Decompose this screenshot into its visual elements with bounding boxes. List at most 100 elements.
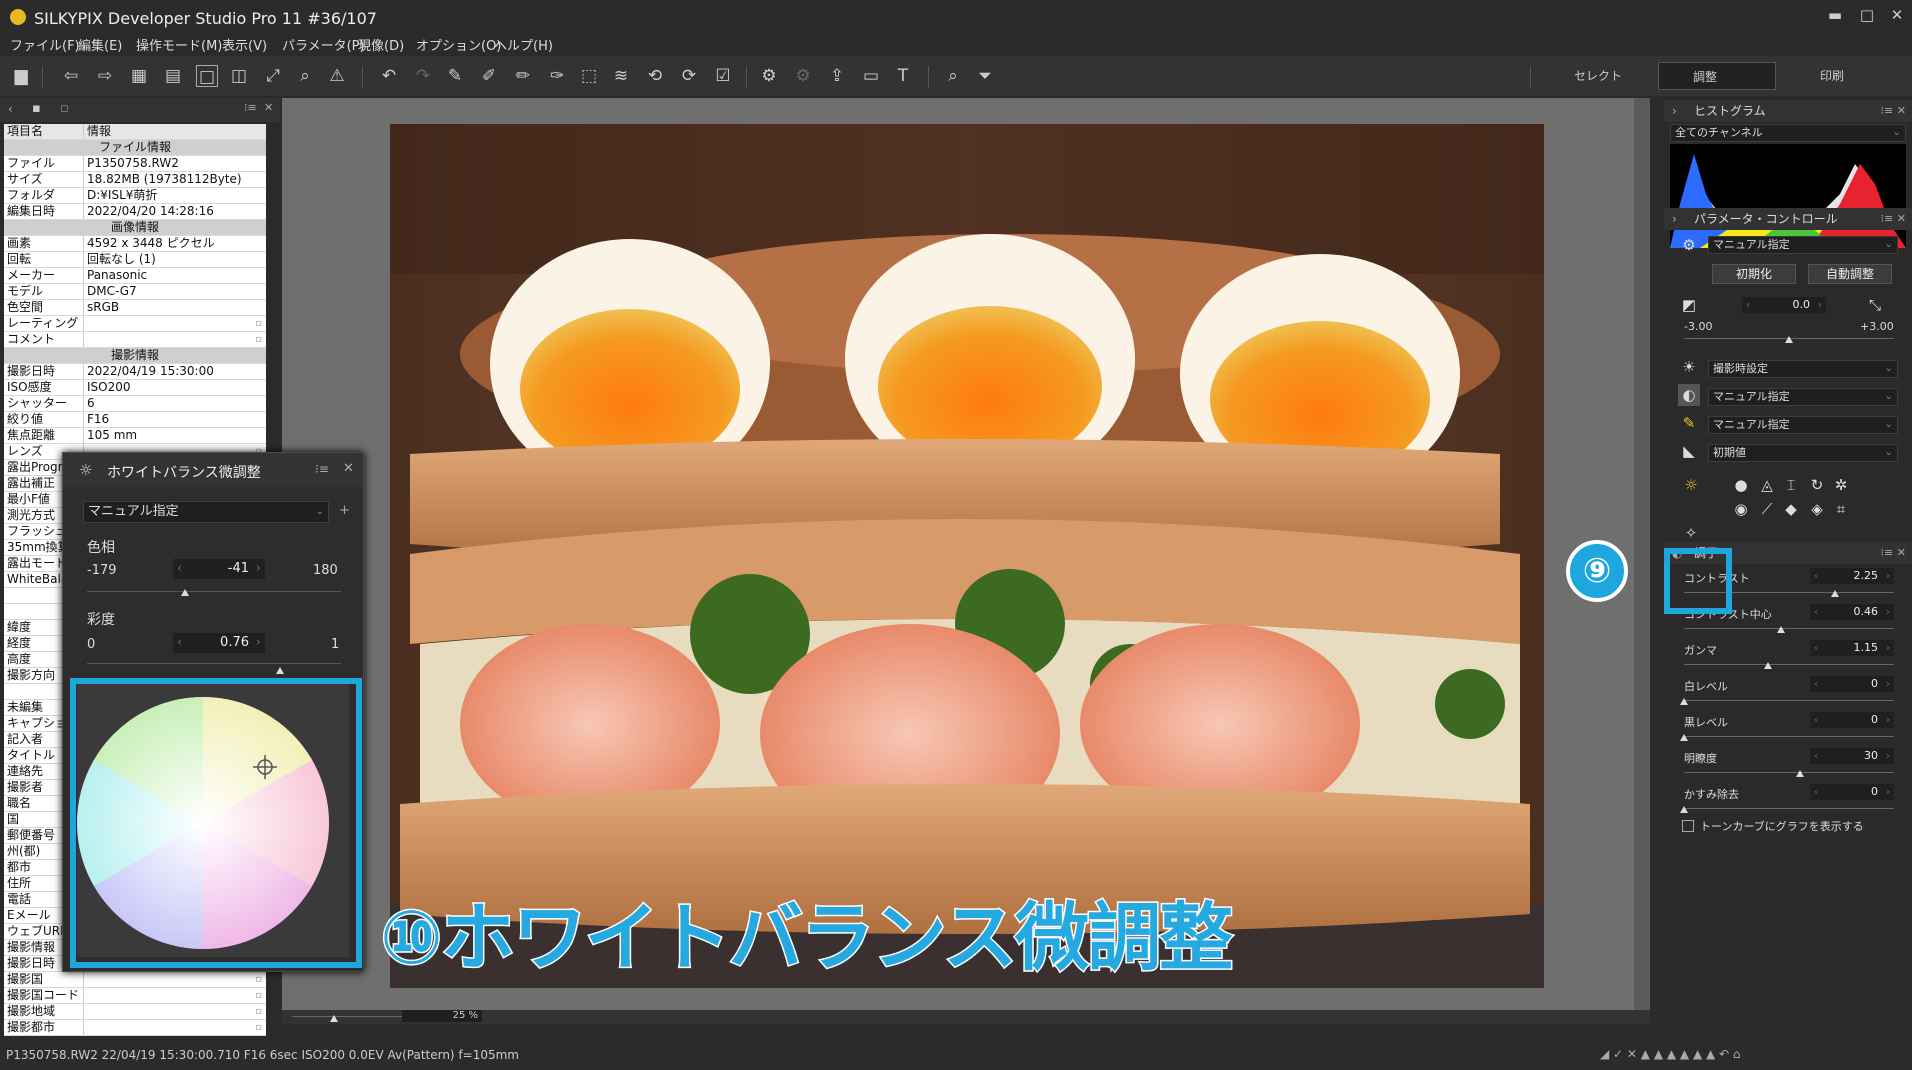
color-icon[interactable]: ● bbox=[1730, 474, 1752, 496]
reset-button[interactable]: 初期化 bbox=[1712, 264, 1796, 284]
vertical-scrollbar[interactable] bbox=[1634, 98, 1650, 1020]
tone-slider-thumb[interactable] bbox=[1680, 734, 1688, 741]
photo-preview[interactable] bbox=[390, 124, 1544, 988]
tone-slider-track[interactable] bbox=[1684, 628, 1894, 629]
compare-view-icon[interactable]: ◫ bbox=[228, 65, 250, 87]
info-row[interactable]: 絞り値 F16 bbox=[4, 412, 266, 428]
filter-icon[interactable]: ⏷ bbox=[974, 65, 996, 87]
wb-dialog-titlebar[interactable]: ☼ ホワイトバランス微調整 ⁝≡ ✕ bbox=[63, 453, 363, 487]
histogram-header[interactable]: › ヒストグラム ⁝≡ ✕ bbox=[1664, 100, 1912, 122]
tone-item-value[interactable]: ‹ 0.46 › bbox=[1810, 604, 1894, 620]
zoom-level[interactable]: 25 % bbox=[402, 1010, 482, 1022]
sharpness-icon[interactable]: ✎ bbox=[1678, 412, 1700, 434]
tone-select[interactable]: マニュアル指定 ⌄ bbox=[1708, 388, 1898, 406]
info-row[interactable]: 撮影地域 ▫ bbox=[4, 1004, 266, 1020]
settings-icon[interactable]: ✲ bbox=[1830, 474, 1852, 496]
tone-slider-thumb[interactable] bbox=[1831, 590, 1840, 597]
tone-slider-thumb[interactable] bbox=[1776, 626, 1785, 633]
edit-dot-icon[interactable]: ▫ bbox=[255, 972, 262, 987]
wb-preset-select[interactable]: マニュアル指定 ⌄ bbox=[83, 501, 329, 523]
rotate-left-icon[interactable]: ⟲ bbox=[644, 65, 666, 87]
preview-icon[interactable]: ▭ bbox=[860, 65, 882, 87]
mode-select-button[interactable]: セレクト bbox=[1540, 62, 1640, 90]
parameter-control-header[interactable]: › パラメータ・コントロール ⁝≡ ✕ bbox=[1664, 208, 1912, 230]
tone-item-value[interactable]: ‹ 0 › bbox=[1810, 712, 1894, 728]
tone-slider-thumb[interactable] bbox=[1680, 806, 1688, 813]
info-row[interactable]: サイズ 18.82MB (19738112Byte) bbox=[4, 172, 266, 188]
tone-item-value[interactable]: ‹ 0 › bbox=[1810, 676, 1894, 692]
folder-icon[interactable]: ▫ bbox=[60, 101, 69, 116]
saturation-slider-thumb[interactable] bbox=[276, 667, 285, 674]
tone-slider-thumb[interactable] bbox=[1795, 770, 1804, 777]
info-row[interactable]: メーカー Panasonic bbox=[4, 268, 266, 284]
tone-slider-track[interactable] bbox=[1684, 664, 1894, 665]
thumbnail-view-icon[interactable]: ▦ bbox=[128, 65, 150, 87]
panel-close-icon[interactable]: ✕ bbox=[264, 101, 273, 114]
mode-adjust-button[interactable]: 調整 bbox=[1658, 62, 1776, 90]
panel-menu-icon[interactable]: ⁝≡ ✕ bbox=[1881, 100, 1906, 122]
eraser-icon[interactable]: ◆ bbox=[1780, 498, 1802, 520]
comment-icon[interactable]: ▪ bbox=[32, 101, 41, 116]
white-balance-select[interactable]: 撮影時設定 ⌄ bbox=[1708, 360, 1898, 378]
info-row[interactable]: ISO感度 ISO200 bbox=[4, 380, 266, 396]
info-row[interactable]: ファイル P1350758.RW2 bbox=[4, 156, 266, 172]
warning-icon[interactable]: ⚠ bbox=[326, 65, 348, 87]
edit-dot-icon[interactable]: ▫ bbox=[255, 1020, 262, 1035]
info-section-header[interactable]: 画像情報 bbox=[4, 220, 266, 236]
edit-dot-icon[interactable]: ▫ bbox=[255, 316, 262, 331]
tone-slider-track[interactable] bbox=[1684, 772, 1894, 773]
edit-dot-icon[interactable]: ▫ bbox=[255, 988, 262, 1003]
dialog-close-icon[interactable]: ✕ bbox=[343, 461, 354, 476]
menu-edit[interactable]: 編集(E) bbox=[78, 35, 122, 54]
menu-develop[interactable]: 現像(D) bbox=[358, 35, 404, 54]
tone-slider-thumb[interactable] bbox=[1680, 698, 1688, 705]
hue-slider-thumb[interactable] bbox=[180, 589, 189, 596]
menu-operation-mode[interactable]: 操作モード(M) bbox=[136, 35, 222, 54]
crop-icon[interactable]: ⌗ bbox=[1830, 498, 1852, 520]
tone-item-value[interactable]: ‹ 30 › bbox=[1810, 748, 1894, 764]
tool-stamp-icon[interactable]: ✐ bbox=[478, 65, 500, 87]
tone-slider-track[interactable] bbox=[1684, 808, 1894, 809]
info-row[interactable]: 撮影国 ▫ bbox=[4, 972, 266, 988]
add-preset-icon[interactable]: + bbox=[339, 503, 350, 518]
info-row[interactable]: 撮影日時 2022/04/19 15:30:00 bbox=[4, 364, 266, 380]
tool-eraser-icon[interactable]: ✑ bbox=[546, 65, 568, 87]
white-balance-icon[interactable]: ☀ bbox=[1678, 356, 1700, 378]
exposure-slider-thumb[interactable] bbox=[1785, 336, 1793, 343]
new-window-icon[interactable]: ▆ bbox=[10, 65, 32, 87]
crop-tool-icon[interactable]: ⬚ bbox=[578, 65, 600, 87]
wb-fine-tune-icon[interactable]: ☼ bbox=[1680, 474, 1702, 496]
info-row[interactable]: フォルダ D:¥ISL¥萌折 bbox=[4, 188, 266, 204]
info-row[interactable]: モデル DMC-G7 bbox=[4, 284, 266, 300]
check-icon[interactable]: ☑ bbox=[712, 65, 734, 87]
info-section-header[interactable]: ファイル情報 bbox=[4, 140, 266, 156]
tool-brush-icon[interactable]: ✏ bbox=[512, 65, 534, 87]
menu-options[interactable]: オプション(O) bbox=[416, 35, 501, 54]
panel-menu-icon[interactable]: ⁝≡ ✕ bbox=[1881, 208, 1906, 230]
prev-image-icon[interactable]: ⇦ bbox=[60, 65, 82, 87]
info-row[interactable]: シャッター 6 bbox=[4, 396, 266, 412]
horizontal-scrollbar[interactable]: 25 % bbox=[282, 1010, 1650, 1024]
exposure-value[interactable]: ‹ 0.0 › bbox=[1742, 297, 1826, 313]
curve-graph-checkbox[interactable] bbox=[1682, 820, 1694, 832]
auto-adjust-button[interactable]: 自動調整 bbox=[1808, 264, 1892, 284]
tone-item-value[interactable]: ‹ 1.15 › bbox=[1810, 640, 1894, 656]
zoom-icon[interactable]: ⌕ bbox=[294, 65, 316, 87]
batch-develop-icon[interactable]: ⚙ bbox=[792, 65, 814, 87]
edit-dot-icon[interactable]: ▫ bbox=[255, 332, 262, 347]
develop-icon[interactable]: ⚙ bbox=[758, 65, 780, 87]
search-icon[interactable]: ⌕ bbox=[942, 65, 964, 87]
tone-item-value[interactable]: ‹ 0 › bbox=[1810, 784, 1894, 800]
edit-dot-icon[interactable]: ▫ bbox=[255, 1004, 262, 1019]
tone-icon[interactable]: ◐ bbox=[1678, 384, 1700, 406]
info-section-header[interactable]: 撮影情報 bbox=[4, 348, 266, 364]
sharpness-select[interactable]: マニュアル指定 ⌄ bbox=[1708, 416, 1898, 434]
menu-parameter[interactable]: パラメータ(P) bbox=[282, 35, 365, 54]
single-view-icon[interactable]: □ bbox=[196, 65, 218, 87]
text-tool-icon[interactable]: T bbox=[892, 65, 914, 87]
undo-icon[interactable]: ↶ bbox=[378, 65, 400, 87]
info-row[interactable]: 撮影都市 ▫ bbox=[4, 1020, 266, 1036]
tool-dropper-icon[interactable]: ✎ bbox=[444, 65, 466, 87]
info-row[interactable]: レーティング ▫ bbox=[4, 316, 266, 332]
info-row[interactable]: 焦点距離 105 mm bbox=[4, 428, 266, 444]
